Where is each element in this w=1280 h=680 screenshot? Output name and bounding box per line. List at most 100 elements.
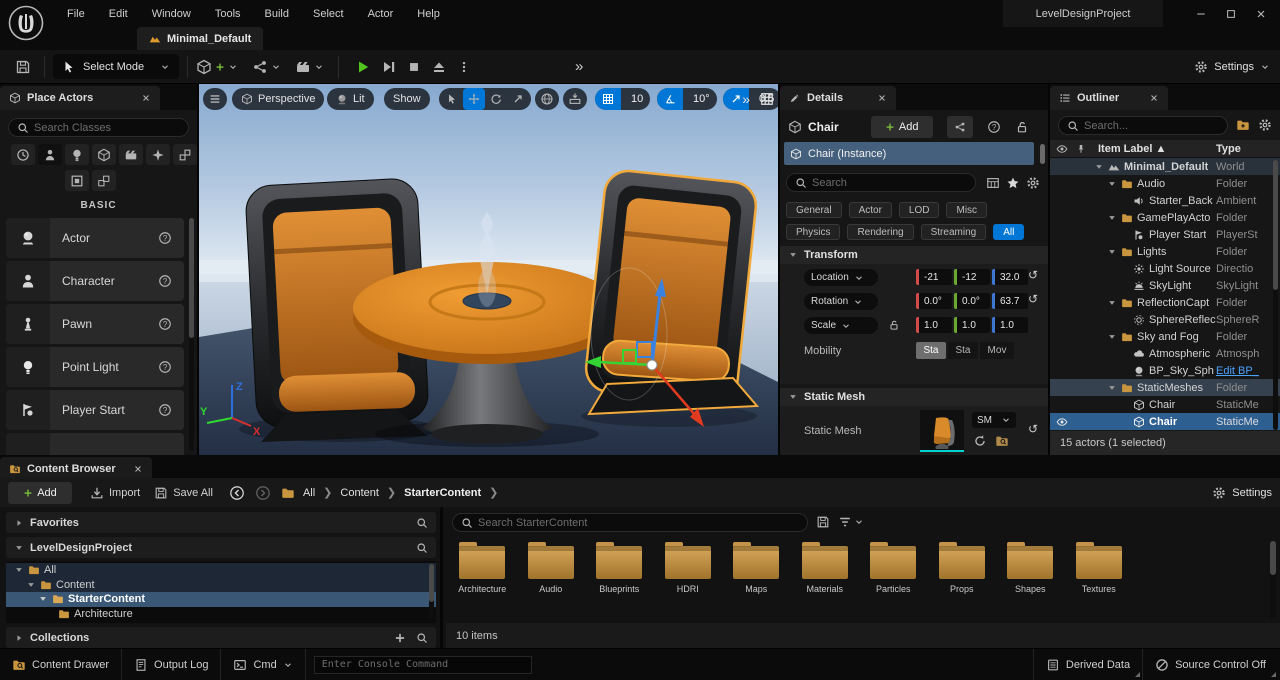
level-tab[interactable]: Minimal_Default [137, 27, 263, 50]
rotation-y-field[interactable]: 0.0° [954, 293, 990, 309]
expand-arrow-icon[interactable] [1107, 179, 1117, 189]
outliner-row-lights[interactable]: LightsFolder [1050, 243, 1280, 260]
derived-data-button[interactable]: Derived Data [1033, 649, 1142, 680]
content-tree-scrollbar[interactable] [429, 564, 434, 602]
add-component-button[interactable]: Add [871, 116, 933, 138]
blueprints-button[interactable] [252, 59, 281, 75]
visibility-eye-icon[interactable] [1056, 416, 1068, 428]
static-mesh-thumbnail[interactable] [920, 410, 964, 452]
new-folder-icon[interactable] [1236, 118, 1250, 132]
place-item-actor[interactable]: Actor [6, 218, 184, 258]
folder-props[interactable]: Props [928, 539, 997, 594]
console-command-input[interactable] [322, 659, 524, 670]
location-dropdown[interactable]: Location [804, 269, 878, 286]
forward-button[interactable] [255, 485, 271, 501]
source-control-button[interactable]: Source Control Off [1142, 649, 1278, 680]
search-icon[interactable] [416, 517, 428, 529]
console-command-field[interactable] [314, 656, 532, 674]
mobility-static-button[interactable]: Sta [916, 342, 946, 359]
menu-window[interactable]: Window [141, 8, 202, 20]
outliner-row-chair-2-selected[interactable]: ChairStaticMe [1050, 413, 1280, 430]
cb-add-button[interactable]: Add [8, 482, 72, 504]
rotation-dropdown[interactable]: Rotation [804, 293, 878, 310]
place-actors-scrollbar[interactable] [189, 218, 194, 338]
static-mesh-section-header[interactable]: Static Mesh [780, 388, 1048, 406]
expand-arrow-icon[interactable] [1107, 383, 1117, 393]
cb-search-field[interactable] [452, 513, 808, 532]
folder-textures[interactable]: Textures [1065, 539, 1134, 594]
scale-y-field[interactable]: 1.0 [954, 317, 990, 333]
details-search-field[interactable] [786, 173, 976, 192]
location-y-field[interactable]: -12 [954, 269, 990, 285]
filter-lod[interactable]: LOD [899, 202, 940, 218]
details-search-input[interactable] [812, 177, 967, 189]
breadcrumb-content[interactable]: Content [340, 487, 379, 499]
favorites-star-icon[interactable] [1006, 176, 1020, 190]
select-tool-button[interactable] [441, 88, 463, 110]
close-icon[interactable] [877, 93, 887, 103]
filter-streaming[interactable]: Streaming [921, 224, 987, 240]
outliner-column-header[interactable]: Item Label ▲ Type [1050, 140, 1280, 158]
eject-button[interactable] [431, 59, 447, 75]
close-button[interactable] [1246, 1, 1276, 27]
save-search-icon[interactable] [816, 515, 830, 529]
close-icon[interactable] [141, 93, 151, 103]
tree-item-all[interactable]: All [6, 563, 436, 578]
help-icon[interactable] [158, 274, 172, 288]
search-icon[interactable] [416, 632, 428, 644]
outliner-row-reflectioncapture[interactable]: ReflectionCaptFolder [1050, 294, 1280, 311]
help-icon[interactable] [158, 403, 172, 417]
category-recently-placed-icon[interactable] [11, 144, 35, 165]
play-button[interactable] [355, 59, 371, 75]
details-tab[interactable]: Details [780, 86, 896, 110]
tree-item-architecture[interactable]: Architecture [6, 607, 436, 622]
scale-x-field[interactable]: 1.0 [916, 317, 952, 333]
help-icon[interactable] [987, 120, 1001, 134]
category-shapes-icon[interactable] [92, 144, 116, 165]
edit-blueprint-button[interactable] [947, 116, 973, 138]
search-classes-input[interactable] [34, 122, 180, 134]
maximize-viewport-button[interactable] [760, 88, 774, 110]
grid-snap-icon[interactable] [595, 88, 621, 110]
cb-save-all-button[interactable]: Save All [154, 486, 213, 500]
menu-file[interactable]: File [56, 8, 96, 20]
cb-import-button[interactable]: Import [90, 486, 140, 500]
content-drawer-button[interactable]: Content Drawer [0, 649, 122, 680]
rotation-snap-value[interactable]: 10° [688, 93, 717, 105]
outliner-row-staticmeshes[interactable]: StaticMeshesFolder [1050, 379, 1280, 396]
mobility-movable-button[interactable]: Mov [980, 342, 1014, 359]
frame-skip-button[interactable] [381, 59, 397, 75]
folder-materials[interactable]: Materials [791, 539, 860, 594]
folder-architecture[interactable]: Architecture [448, 539, 517, 594]
rotation-z-field[interactable]: 63.7 [992, 293, 1028, 309]
filter-general[interactable]: General [786, 202, 842, 218]
help-icon[interactable] [158, 231, 172, 245]
cb-settings-button[interactable]: Settings [1212, 486, 1272, 500]
place-item-pawn[interactable]: Pawn [6, 304, 184, 344]
static-mesh-asset-dropdown[interactable]: SM [972, 412, 1016, 428]
use-selected-asset-icon[interactable] [973, 434, 987, 448]
folder-blueprints[interactable]: Blueprints [585, 539, 654, 594]
expand-arrow-icon[interactable] [1107, 213, 1117, 223]
folder-hdri[interactable]: HDRI [654, 539, 723, 594]
cb-search-input[interactable] [478, 517, 799, 529]
category-basic-icon[interactable] [38, 144, 62, 165]
outliner-row-chair-1[interactable]: ChairStaticMe [1050, 396, 1280, 413]
outliner-row-skylight[interactable]: SkyLightSkyLight [1050, 277, 1280, 294]
perspective-dropdown[interactable]: Perspective [232, 88, 324, 110]
outliner-row-light-source[interactable]: Light SourceDirectio [1050, 260, 1280, 277]
unreal-logo[interactable] [7, 4, 45, 42]
filter-rendering[interactable]: Rendering [847, 224, 913, 240]
filter-misc[interactable]: Misc [946, 202, 987, 218]
category-cinematic-icon[interactable] [119, 144, 143, 165]
close-icon[interactable] [1149, 93, 1159, 103]
cb-filter-button[interactable] [838, 515, 864, 529]
scale-dropdown[interactable]: Scale [804, 317, 878, 334]
outliner-row-bp-sky-sphere[interactable]: BP_Sky_SphEdit BP_ [1050, 362, 1280, 379]
menu-select[interactable]: Select [302, 8, 355, 20]
place-item-partial[interactable] [6, 433, 184, 455]
output-log-button[interactable]: Output Log [122, 649, 221, 680]
help-icon[interactable] [158, 360, 172, 374]
folder-audio[interactable]: Audio [517, 539, 586, 594]
viewport-options-menu[interactable] [203, 88, 227, 110]
